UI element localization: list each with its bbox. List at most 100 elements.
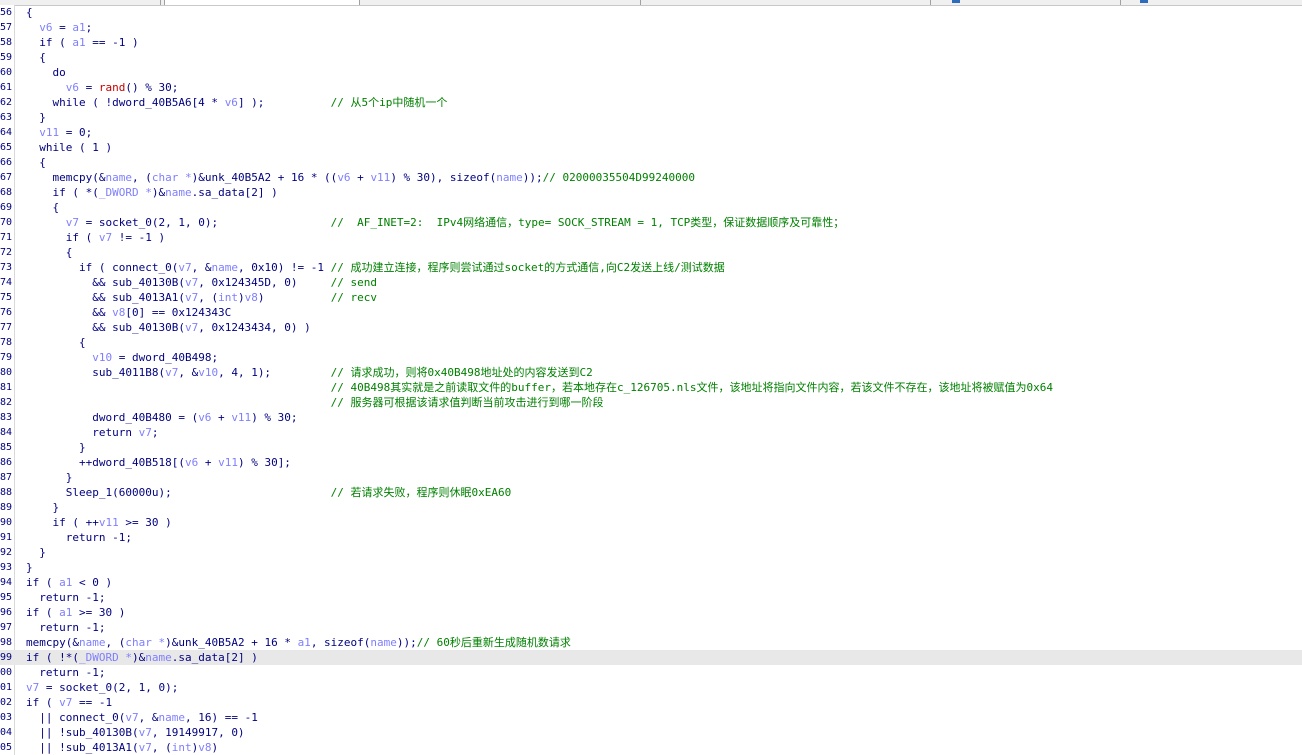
code-line[interactable]: 98 memcpy(&name, (char *)&unk_40B5A2 + 16… xyxy=(0,635,1302,650)
code-line[interactable]: 80 sub_4011B8(v7, &v10, 4, 1); // 请求成功，则… xyxy=(0,365,1302,380)
code-token: v7 xyxy=(184,291,199,304)
code-token: if ( xyxy=(26,36,73,49)
code-token: , 0x1243434, 0) ) xyxy=(198,321,311,334)
code-token: if ( xyxy=(26,231,99,244)
code-token: , 19149917, 0) xyxy=(151,726,245,739)
code-line[interactable]: 74 && sub_40130B(v7, 0x124345D, 0) // se… xyxy=(0,275,1302,290)
code-line[interactable]: 61 v6 = rand() % 30; xyxy=(0,80,1302,95)
line-number: 68 xyxy=(0,187,12,198)
line-number: 84 xyxy=(0,427,12,438)
code-line[interactable]: 88 Sleep_1(60000u); // 若请求失败，程序则休眠0xEA60 xyxy=(0,485,1302,500)
code-line[interactable]: 69 { xyxy=(0,200,1302,215)
code-line[interactable]: 63 } xyxy=(0,110,1302,125)
line-number: 72 xyxy=(0,247,12,258)
code-line[interactable]: 70 v7 = socket_0(2, 1, 0); // AF_INET=2:… xyxy=(0,215,1302,230)
code-line[interactable]: 89 } xyxy=(0,500,1302,515)
code-token: } xyxy=(26,111,46,124)
code-line[interactable]: 62 while ( !dword_40B5A6[4 * v6] ); // 从… xyxy=(0,95,1302,110)
code-line[interactable]: 90 if ( ++v11 >= 30 ) xyxy=(0,515,1302,530)
code-token: ) % 30; xyxy=(251,411,298,424)
code-line[interactable]: 83 dword_40B480 = (v6 + v11) % 30; xyxy=(0,410,1302,425)
code-token: )&unk_40B5A2 + 16 * (( xyxy=(191,171,338,184)
code-token: } xyxy=(26,501,60,514)
code-token: while ( !dword_40B5A6[4 * xyxy=(26,96,225,109)
code-line[interactable]: 93} xyxy=(0,560,1302,575)
line-number: 95 xyxy=(0,592,12,603)
code-line[interactable]: 56 { xyxy=(0,5,1302,20)
code-text: v6 = rand() % 30; xyxy=(26,80,179,95)
code-text: if ( ++v11 >= 30 ) xyxy=(26,515,171,530)
code-line[interactable]: 99 if ( !*(_DWORD *)&name.sa_data[2] ) xyxy=(0,650,1302,665)
code-line[interactable]: 84 return v7; xyxy=(0,425,1302,440)
code-line[interactable]: 81 // 40B498其实就是之前读取文件的buffer，若本地存在c_126… xyxy=(0,380,1302,395)
code-line[interactable]: 66 { xyxy=(0,155,1302,170)
code-token: int xyxy=(171,741,192,754)
code-text: { xyxy=(26,245,73,260)
code-line[interactable]: 59 { xyxy=(0,50,1302,65)
code-line[interactable]: 78 { xyxy=(0,335,1302,350)
code-text: } xyxy=(26,500,59,515)
code-line[interactable]: 104 || !sub_40130B(v7, 19149917, 0) xyxy=(0,725,1302,740)
code-token: { xyxy=(26,51,46,64)
code-text: { xyxy=(26,50,46,65)
code-comment: // 从5个ip中随机一个 xyxy=(330,96,448,109)
code-line[interactable]: 94 if ( a1 < 0 ) xyxy=(0,575,1302,590)
code-token: , 0x10) != -1 xyxy=(237,261,331,274)
code-token: name xyxy=(78,636,106,649)
code-text: if ( v7 != -1 ) xyxy=(26,230,165,245)
code-text: if ( a1 == -1 ) xyxy=(26,35,138,50)
code-line[interactable]: 95 return -1; xyxy=(0,590,1302,605)
line-number: 71 xyxy=(0,232,12,243)
code-line[interactable]: 85 } xyxy=(0,440,1302,455)
line-number: 57 xyxy=(0,22,12,33)
code-line[interactable]: 102 if ( v7 == -1 xyxy=(0,695,1302,710)
code-line[interactable]: 72 { xyxy=(0,245,1302,260)
code-token: ++dword_40B518[( xyxy=(26,456,185,469)
code-line[interactable]: 57 v6 = a1; xyxy=(0,20,1302,35)
code-line[interactable]: 58 if ( a1 == -1 ) xyxy=(0,35,1302,50)
code-line[interactable]: 101 v7 = socket_0(2, 1, 0); xyxy=(0,680,1302,695)
line-number: 79 xyxy=(0,352,12,363)
code-token: v7 xyxy=(125,711,139,724)
code-token: a1 xyxy=(72,36,86,49)
line-number: 97 xyxy=(0,622,12,633)
code-line[interactable]: 67 memcpy(&name, (char *)&unk_40B5A2 + 1… xyxy=(0,170,1302,185)
code-line[interactable]: 96 if ( a1 >= 30 ) xyxy=(0,605,1302,620)
code-line[interactable]: 82 // 服务器可根据该请求值判断当前攻击进行到哪一阶段 xyxy=(0,395,1302,410)
code-token: != -1 ) xyxy=(112,231,166,244)
code-token: a1 xyxy=(297,636,311,649)
code-token: && sub_40130B( xyxy=(26,321,185,334)
line-number: 91 xyxy=(0,532,12,543)
code-text: v10 = dword_40B498; xyxy=(26,350,218,365)
code-line[interactable]: 65 while ( 1 ) xyxy=(0,140,1302,155)
code-comment: // recv xyxy=(330,291,378,304)
code-line[interactable]: 86 ++dword_40B518[(v6 + v11) % 30]; xyxy=(0,455,1302,470)
code-line[interactable]: 76 && v8[0] == 0x124343C xyxy=(0,305,1302,320)
code-comment: // 若请求失败，程序则休眠0xEA60 xyxy=(330,486,512,499)
code-line[interactable]: 77 && sub_40130B(v7, 0x1243434, 0) ) xyxy=(0,320,1302,335)
code-line[interactable]: 71 if ( v7 != -1 ) xyxy=(0,230,1302,245)
code-text: } xyxy=(26,110,46,125)
code-line[interactable]: 79 v10 = dword_40B498; xyxy=(0,350,1302,365)
code-token: if ( xyxy=(26,696,60,709)
code-token: , ( xyxy=(151,741,172,754)
line-number: 96 xyxy=(0,607,12,618)
code-line[interactable]: 100 return -1; xyxy=(0,665,1302,680)
code-line[interactable]: 97 return -1; xyxy=(0,620,1302,635)
code-token: v7 xyxy=(138,426,152,439)
line-number: 75 xyxy=(0,292,12,303)
pseudocode-view[interactable]: 56{57 v6 = a1; 58 if ( a1 == -1 ) 59 {60 d… xyxy=(0,5,1302,755)
code-line[interactable]: 103 || connect_0(v7, &name, 16) == -1 xyxy=(0,710,1302,725)
code-line[interactable]: 64 v11 = 0; xyxy=(0,125,1302,140)
code-line[interactable]: 92 } xyxy=(0,545,1302,560)
code-line[interactable]: 105 || !sub_4013A1(v7, (int)v8) xyxy=(0,740,1302,755)
code-token: v10 xyxy=(92,351,113,364)
code-line[interactable]: 60 do xyxy=(0,65,1302,80)
code-line[interactable]: 75 && sub_4013A1(v7, (int)v8) // recv xyxy=(0,290,1302,305)
code-token: + xyxy=(350,171,371,184)
code-line[interactable]: 91 return -1; xyxy=(0,530,1302,545)
code-line[interactable]: 87 } xyxy=(0,470,1302,485)
code-line[interactable]: 73 if ( connect_0(v7, &name, 0x10) != -1… xyxy=(0,260,1302,275)
code-line[interactable]: 68 if ( *(_DWORD *)&name.sa_data[2] ) xyxy=(0,185,1302,200)
